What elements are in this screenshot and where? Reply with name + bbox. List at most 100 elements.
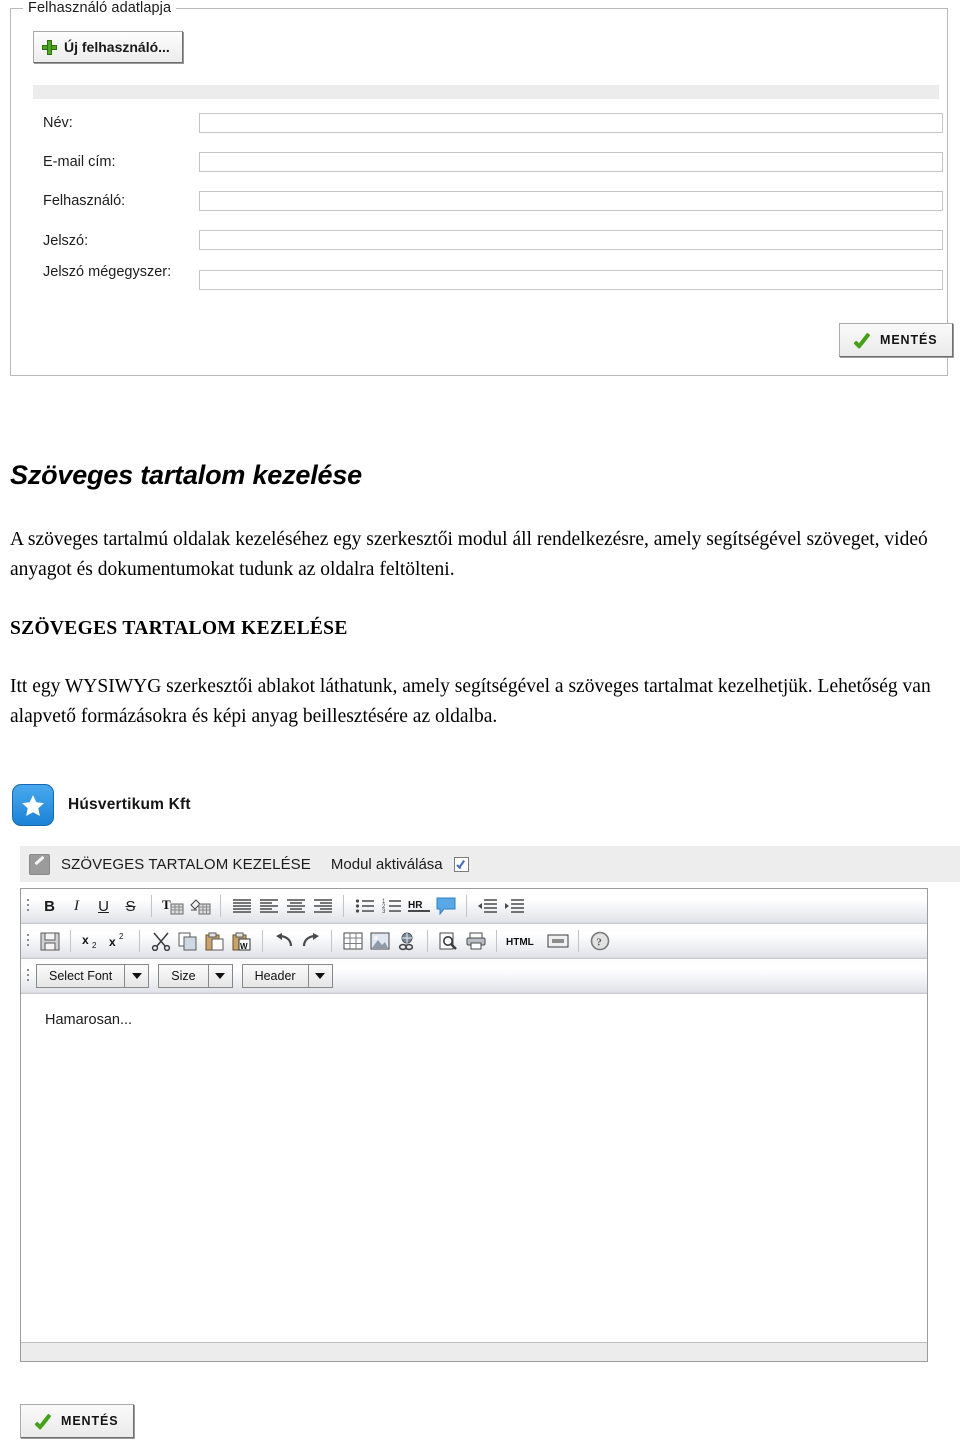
svg-text:x: x bbox=[109, 935, 116, 949]
password-input[interactable] bbox=[199, 230, 943, 250]
pencil-icon bbox=[29, 853, 50, 875]
toolbar-grip-icon[interactable] bbox=[25, 966, 33, 986]
header-select[interactable]: Header bbox=[241, 964, 333, 988]
editor-content-area[interactable]: Hamarosan... bbox=[21, 994, 927, 1342]
new-user-button[interactable]: Új felhasználó... bbox=[33, 31, 183, 63]
toolbar-divider-band bbox=[33, 85, 939, 99]
underline-icon[interactable]: U bbox=[90, 893, 117, 919]
new-user-button-label: Új felhasználó... bbox=[64, 39, 170, 55]
checkmark-icon bbox=[853, 332, 872, 349]
insert-image-icon[interactable] bbox=[366, 928, 393, 954]
toolbar-grip-icon[interactable] bbox=[25, 896, 33, 916]
toolbar-separator bbox=[331, 930, 332, 952]
svg-text:2: 2 bbox=[119, 932, 124, 941]
name-input[interactable] bbox=[199, 113, 943, 133]
preview-icon[interactable] bbox=[435, 928, 462, 954]
section-subheading: SZÖVEGES TARTALOM KEZELÉSE bbox=[10, 618, 348, 639]
save-button-bottom-label: MENTÉS bbox=[61, 1414, 119, 1428]
speech-bubble-icon[interactable] bbox=[432, 893, 459, 919]
page-title: Szöveges tartalom kezelése bbox=[10, 460, 362, 490]
editor-status-bar bbox=[21, 1342, 927, 1361]
subscript-icon[interactable]: x2 bbox=[78, 928, 105, 954]
cut-scissors-icon[interactable] bbox=[147, 928, 174, 954]
insert-link-icon[interactable] bbox=[393, 928, 420, 954]
bullet-list-icon[interactable] bbox=[351, 893, 378, 919]
align-center-icon[interactable] bbox=[282, 893, 309, 919]
svg-text:x: x bbox=[82, 933, 89, 947]
toolbar-separator bbox=[262, 930, 263, 952]
toolbar-grip-icon[interactable] bbox=[25, 931, 33, 951]
chevron-down-icon[interactable] bbox=[125, 964, 150, 988]
password-label: Jelszó: bbox=[43, 233, 89, 249]
username-label: Felhasználó: bbox=[43, 193, 126, 209]
maximize-icon[interactable] bbox=[544, 928, 571, 954]
password-confirm-input[interactable] bbox=[199, 270, 943, 290]
editor-frame: B I U S T 1 2 3 HR x 2 x 2 W HTML ? Sele… bbox=[20, 888, 928, 1362]
user-form-screenshot: Felhasználó adatlapja Új felhasználó... … bbox=[10, 0, 953, 376]
strikethrough-icon[interactable]: S bbox=[117, 893, 144, 919]
intro-paragraph: A szöveges tartalmú oldalak kezeléséhez … bbox=[10, 529, 928, 580]
paste-from-word-icon[interactable]: W bbox=[228, 928, 255, 954]
svg-text:HTML: HTML bbox=[506, 937, 534, 948]
italic-icon[interactable]: I bbox=[63, 893, 90, 919]
plus-icon bbox=[42, 39, 57, 55]
editor-toolbar-row-3: Select Font Size Header bbox=[21, 959, 927, 994]
save-button-top-label: MENTÉS bbox=[880, 333, 938, 347]
html-source-icon[interactable]: HTML bbox=[504, 928, 544, 954]
toolbar-separator bbox=[496, 930, 497, 952]
fieldset-legend: Felhasználó adatlapja bbox=[23, 0, 177, 16]
user-form-fieldset: Felhasználó adatlapja Új felhasználó... … bbox=[10, 0, 953, 376]
editor-header-title: SZÖVEGES TARTALOM KEZELÉSE bbox=[61, 855, 311, 873]
highlight-color-icon[interactable] bbox=[186, 893, 213, 919]
undo-icon[interactable] bbox=[270, 928, 297, 954]
font-select-label: Select Font bbox=[36, 964, 126, 988]
toolbar-separator bbox=[139, 930, 140, 952]
redo-icon[interactable] bbox=[297, 928, 324, 954]
module-activate-label: Modul aktiválása bbox=[330, 855, 443, 873]
svg-text:T: T bbox=[162, 897, 171, 912]
toolbar-separator bbox=[466, 895, 467, 917]
help-icon[interactable]: ? bbox=[586, 928, 613, 954]
password-confirm-label: Jelszó mégegyszer: bbox=[43, 264, 172, 280]
svg-text:W: W bbox=[240, 942, 248, 951]
print-icon[interactable] bbox=[462, 928, 489, 954]
superscript-icon[interactable]: x2 bbox=[105, 928, 132, 954]
save-button-top[interactable]: MENTÉS bbox=[839, 323, 953, 357]
size-select[interactable]: Size bbox=[158, 964, 233, 988]
toolbar-separator bbox=[343, 895, 344, 917]
size-select-label: Size bbox=[158, 964, 209, 988]
text-color-icon[interactable]: T bbox=[159, 893, 186, 919]
module-activate-checkbox[interactable] bbox=[453, 856, 469, 872]
align-justify-icon[interactable] bbox=[228, 893, 255, 919]
horizontal-rule-icon[interactable]: HR bbox=[405, 893, 432, 919]
align-left-icon[interactable] bbox=[255, 893, 282, 919]
toolbar-separator bbox=[220, 895, 221, 917]
name-label: Név: bbox=[43, 115, 73, 131]
bold-icon[interactable]: B bbox=[36, 893, 63, 919]
save-floppy-icon[interactable] bbox=[36, 928, 63, 954]
copy-icon[interactable] bbox=[174, 928, 201, 954]
toolbar-separator bbox=[578, 930, 579, 952]
chevron-down-icon[interactable] bbox=[208, 964, 233, 988]
email-label: E-mail cím: bbox=[43, 154, 116, 170]
outdent-icon[interactable] bbox=[474, 893, 501, 919]
insert-table-icon[interactable] bbox=[339, 928, 366, 954]
font-select[interactable]: Select Font bbox=[36, 964, 150, 988]
description-paragraph: Itt egy WYSIWYG szerkesztői ablakot láth… bbox=[10, 676, 931, 727]
checkmark-icon bbox=[34, 1413, 53, 1430]
star-icon bbox=[12, 784, 54, 826]
editor-toolbar-row-1: B I U S T 1 2 3 HR bbox=[21, 889, 927, 924]
indent-icon[interactable] bbox=[501, 893, 528, 919]
paste-icon[interactable] bbox=[201, 928, 228, 954]
numbered-list-icon[interactable]: 123 bbox=[378, 893, 405, 919]
svg-text:?: ? bbox=[596, 937, 602, 949]
svg-text:2: 2 bbox=[92, 941, 97, 950]
username-input[interactable] bbox=[199, 191, 943, 211]
chevron-down-icon[interactable] bbox=[308, 964, 333, 988]
save-button-bottom[interactable]: MENTÉS bbox=[20, 1404, 134, 1438]
editor-toolbar-row-2: x2 x2 W HTML ? bbox=[21, 924, 927, 959]
editor-header-bar: SZÖVEGES TARTALOM KEZELÉSE Modul aktivál… bbox=[20, 846, 960, 882]
align-right-icon[interactable] bbox=[309, 893, 336, 919]
email-input[interactable] bbox=[199, 152, 943, 172]
brand-name: Húsvertikum Kft bbox=[68, 796, 191, 813]
